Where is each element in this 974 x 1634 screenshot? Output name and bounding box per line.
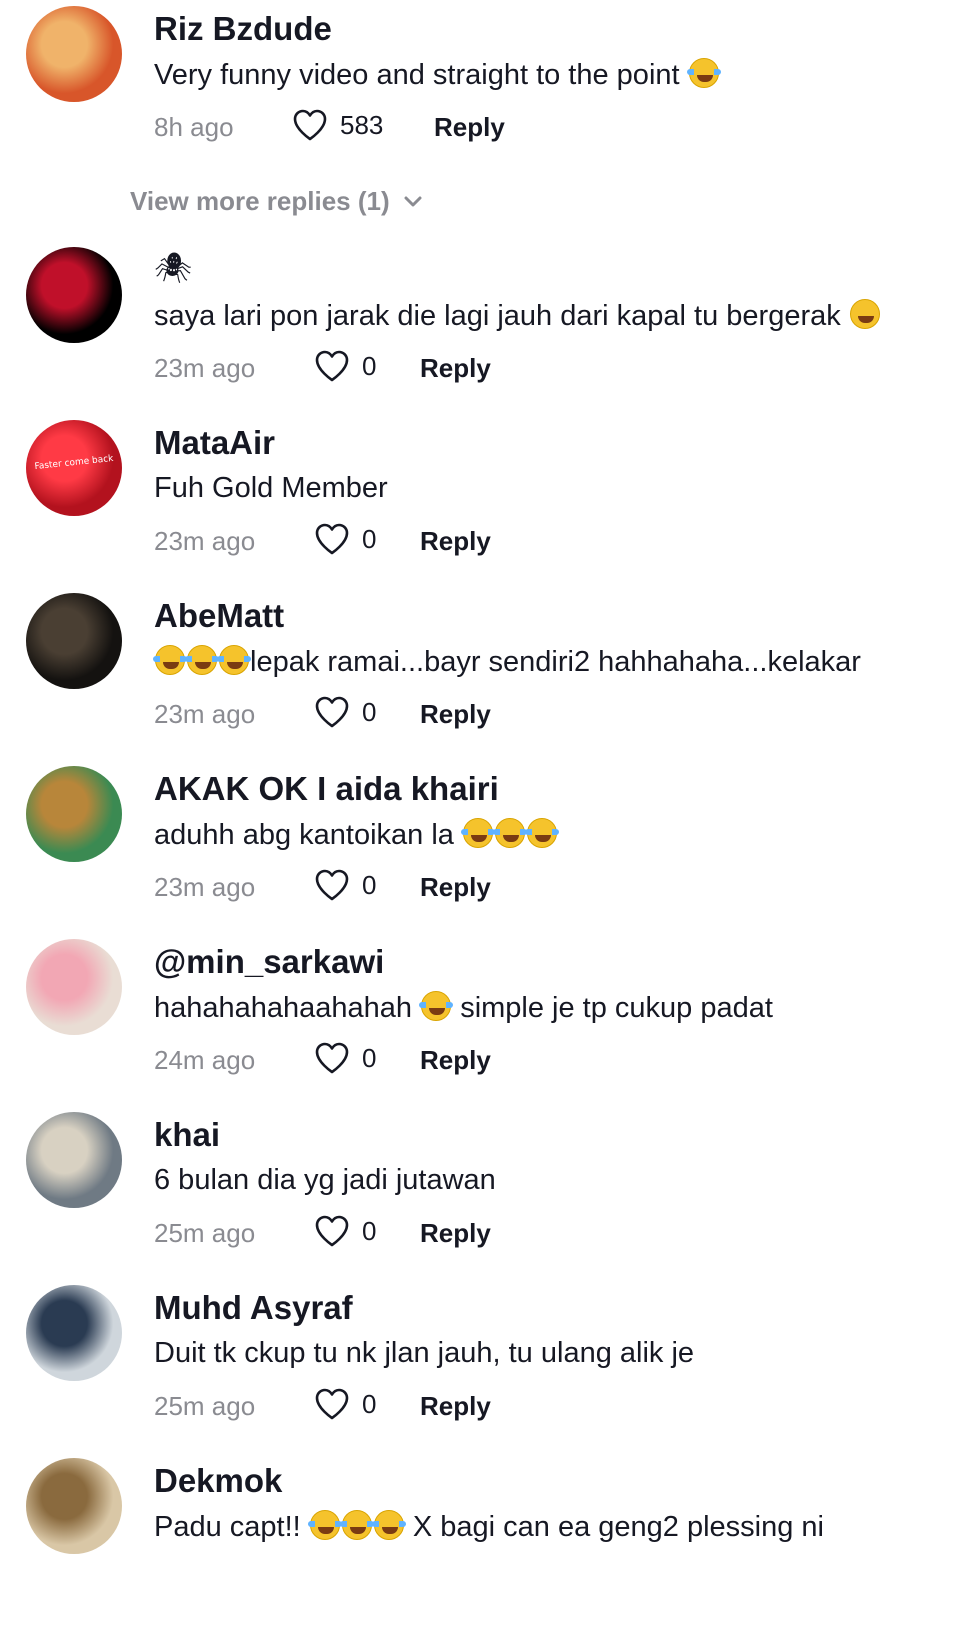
like-button[interactable]: 0 xyxy=(314,695,376,729)
avatar[interactable] xyxy=(26,6,122,102)
avatar[interactable] xyxy=(26,247,122,343)
comment-text: 6 bulan dia yg jadi jutawan xyxy=(154,1164,496,1196)
heart-icon xyxy=(314,868,350,902)
timestamp: 23m ago xyxy=(154,699,256,729)
comment-text: Padu capt!! xyxy=(154,1511,301,1543)
timestamp: 23m ago xyxy=(154,526,256,556)
like-count: 583 xyxy=(340,109,384,140)
heart-icon xyxy=(314,349,350,383)
heart-icon xyxy=(314,522,350,556)
username[interactable]: AbeMatt xyxy=(154,597,284,635)
laughing-emoji-icon xyxy=(185,645,219,675)
avatar[interactable] xyxy=(26,1112,122,1208)
avatar[interactable] xyxy=(26,1458,122,1554)
like-button[interactable]: 0 xyxy=(314,1387,376,1421)
view-more-replies-label: View more replies (1) xyxy=(130,186,390,216)
comment-text-row: lepak ramai...bayr sendiri2 hahhahaha...… xyxy=(153,645,861,679)
timestamp: 23m ago xyxy=(154,872,256,902)
laughing-emoji-icon xyxy=(339,1510,374,1540)
reply-button[interactable]: Reply xyxy=(420,1218,491,1249)
timestamp: 24m ago xyxy=(154,1045,256,1075)
like-button[interactable]: 0 xyxy=(314,1041,376,1075)
comment-text-row: saya lari pon jarak die lagi jauh dari k… xyxy=(154,299,881,333)
comment-text-row: Very funny video and straight to the poi… xyxy=(154,58,721,92)
like-count: 0 xyxy=(362,696,377,727)
username[interactable]: khai xyxy=(154,1116,220,1154)
avatar[interactable] xyxy=(26,939,122,1035)
username[interactable]: @min_sarkawi xyxy=(154,943,384,981)
like-button[interactable]: 0 xyxy=(314,522,376,556)
view-more-replies-button[interactable]: View more replies (1) xyxy=(130,186,422,217)
comment-text-row: Duit tk ckup tu nk jlan jauh, tu ulang a… xyxy=(154,1337,694,1370)
like-count: 0 xyxy=(362,869,377,900)
spider-icon: 🕷 xyxy=(154,251,193,286)
like-count: 0 xyxy=(362,1388,377,1419)
timestamp: 25m ago xyxy=(154,1391,256,1421)
laughing-emoji-icon xyxy=(419,991,454,1021)
like-count: 0 xyxy=(362,350,377,381)
laughing-emoji-icon xyxy=(371,1510,406,1540)
reply-button[interactable]: Reply xyxy=(420,1391,491,1422)
comment-text: Duit tk ckup tu nk jlan jauh, tu ulang a… xyxy=(154,1337,695,1369)
like-button[interactable]: 583 xyxy=(292,108,383,142)
like-count: 0 xyxy=(362,523,377,554)
comment-text: lepak ramai...bayr sendiri2 hahhahaha...… xyxy=(250,646,861,678)
like-count: 0 xyxy=(362,1042,377,1073)
laughing-emoji-icon xyxy=(492,818,527,848)
avatar[interactable] xyxy=(26,593,122,689)
comment-text: aduhh abg kantoikan la xyxy=(154,819,454,851)
heart-icon xyxy=(314,1214,350,1248)
laughing-emoji-icon xyxy=(153,645,187,675)
reply-button[interactable]: Reply xyxy=(420,699,491,730)
username[interactable]: AKAK OK I aida khairi xyxy=(154,770,499,808)
comment-text-continued: simple je tp cukup padat xyxy=(460,992,773,1024)
comment-text-row: aduhh abg kantoikan la xyxy=(154,818,559,852)
laughing-emoji-icon xyxy=(460,818,495,848)
timestamp: 25m ago xyxy=(154,1218,256,1248)
timestamp: 8h ago xyxy=(154,112,234,142)
comment-text: saya lari pon jarak die lagi jauh dari k… xyxy=(154,300,841,332)
comment-text-row: hahahahahaahahah simple je tp cukup pada… xyxy=(154,991,773,1025)
avatar[interactable] xyxy=(26,766,122,862)
comment-text-row: Padu capt!! X bagi can ea geng2 plessing… xyxy=(154,1510,824,1544)
comment-text-row: 6 bulan dia yg jadi jutawan xyxy=(154,1164,496,1197)
heart-icon xyxy=(314,1041,350,1075)
laughing-emoji-icon xyxy=(849,299,880,329)
username[interactable]: MataAir xyxy=(154,424,275,462)
avatar[interactable]: Faster come back xyxy=(26,420,122,516)
username[interactable]: Muhd Asyraf xyxy=(154,1289,353,1327)
reply-button[interactable]: Reply xyxy=(420,872,491,903)
heart-icon xyxy=(314,695,350,729)
like-button[interactable]: 0 xyxy=(314,1214,376,1248)
timestamp: 23m ago xyxy=(154,353,256,383)
comment-text: Very funny video and straight to the poi… xyxy=(154,59,680,91)
like-count: 0 xyxy=(362,1215,377,1246)
laughing-emoji-icon xyxy=(307,1510,342,1540)
heart-icon xyxy=(314,1387,350,1421)
like-button[interactable]: 0 xyxy=(314,868,376,902)
username[interactable]: Riz Bzdude xyxy=(154,10,332,48)
laughing-emoji-icon xyxy=(686,58,721,88)
avatar[interactable] xyxy=(26,1285,122,1381)
laughing-emoji-icon xyxy=(524,818,559,848)
comment-text-continued: X bagi can ea geng2 plessing ni xyxy=(412,1511,824,1543)
laughing-emoji-icon xyxy=(217,645,251,675)
chevron-down-icon xyxy=(404,196,422,206)
comment-text: Fuh Gold Member xyxy=(154,472,388,504)
like-button[interactable]: 0 xyxy=(314,349,376,383)
avatar-caption: Faster come back xyxy=(34,454,114,473)
heart-icon xyxy=(292,108,328,142)
reply-button[interactable]: Reply xyxy=(434,112,505,143)
reply-button[interactable]: Reply xyxy=(420,353,491,384)
username[interactable]: Dekmok xyxy=(154,1462,282,1500)
reply-button[interactable]: Reply xyxy=(420,1045,491,1076)
reply-button[interactable]: Reply xyxy=(420,526,491,557)
comment-text: hahahahahaahahah xyxy=(154,992,413,1024)
comment-text-row: Fuh Gold Member xyxy=(154,472,388,505)
